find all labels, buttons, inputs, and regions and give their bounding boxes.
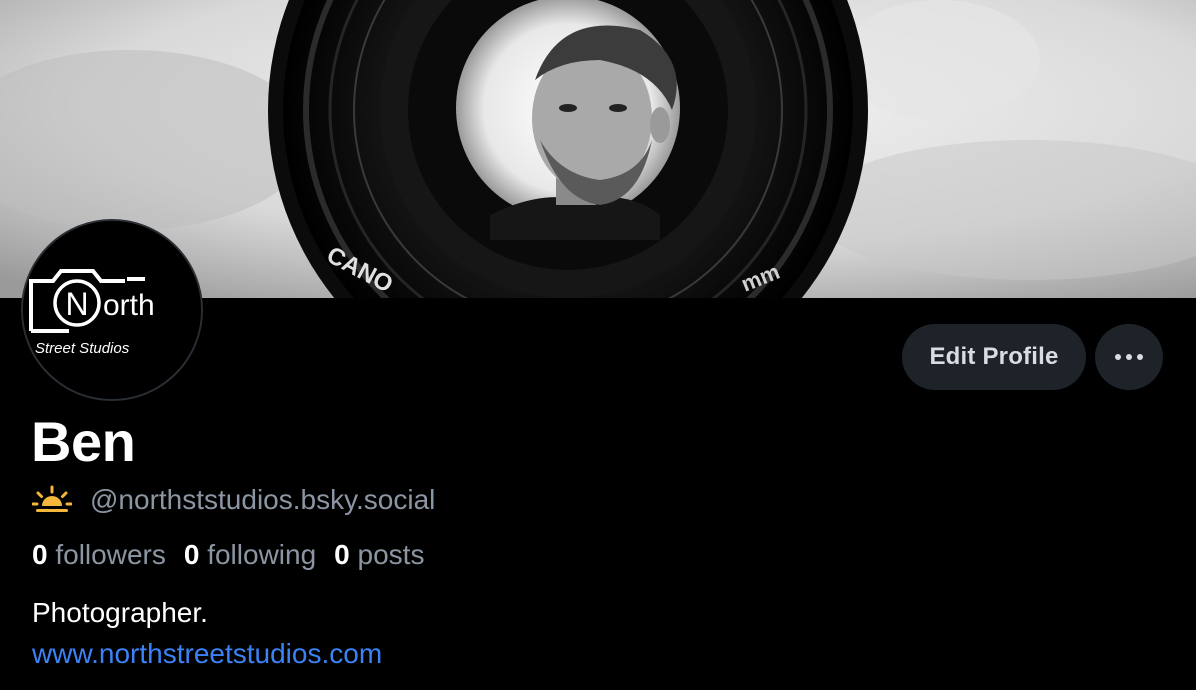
following-count: 0 bbox=[183, 539, 200, 570]
following-label: following bbox=[207, 539, 317, 570]
edit-profile-button[interactable]: Edit Profile bbox=[902, 324, 1086, 390]
handle: @northststudios.bsky.social bbox=[90, 484, 436, 515]
bio: Photographer. bbox=[32, 597, 208, 628]
website-link[interactable]: www.northstreetstudios.com bbox=[32, 636, 382, 672]
display-name: Ben bbox=[31, 410, 136, 473]
svg-text:N: N bbox=[65, 286, 88, 322]
avatar[interactable]: N orth Street Studios bbox=[21, 219, 203, 401]
more-dots-icon bbox=[1115, 354, 1143, 360]
followers-stat[interactable]: 0 followers bbox=[32, 537, 166, 573]
more-options-button[interactable] bbox=[1095, 324, 1163, 390]
logo-subtitle: Street Studios bbox=[35, 340, 130, 357]
handle-row: @northststudios.bsky.social bbox=[32, 482, 435, 518]
followers-label: followers bbox=[55, 539, 166, 570]
posts-count: 0 bbox=[334, 539, 350, 570]
north-street-studios-logo: N orth Street Studios bbox=[23, 221, 201, 399]
sun-horizon-icon bbox=[32, 485, 72, 512]
following-stat[interactable]: 0 following bbox=[184, 537, 316, 573]
followers-count: 0 bbox=[32, 539, 48, 570]
stats-row: 0 followers 0 following 0 posts bbox=[32, 537, 424, 573]
posts-stat: 0 posts bbox=[334, 537, 424, 573]
svg-text:orth: orth bbox=[103, 289, 155, 322]
posts-label: posts bbox=[357, 539, 425, 570]
